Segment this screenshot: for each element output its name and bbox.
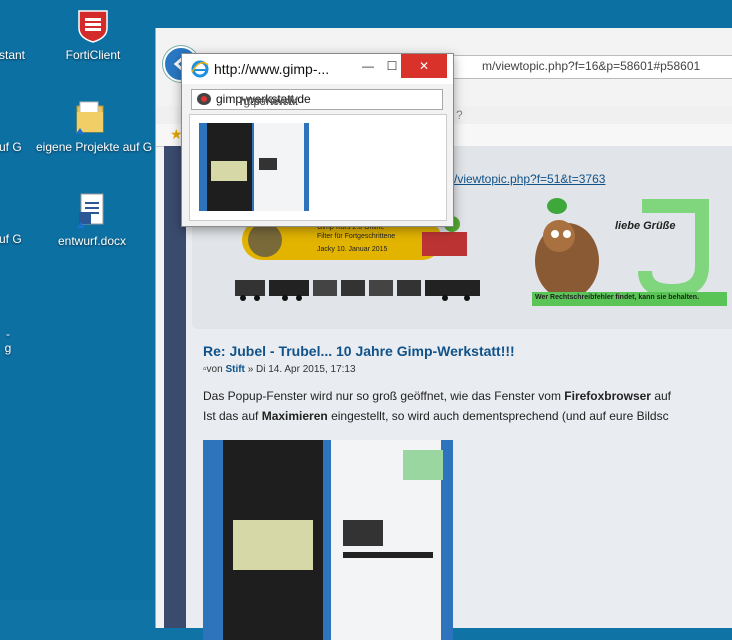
post-line-2: Ist das auf Maximieren eingestellt, so w… [203, 409, 669, 423]
folder-icon [74, 98, 108, 136]
popup-titlebar[interactable]: http://www.gimp-... — ☐ ✕ [182, 54, 453, 84]
jacky-signature: liebe Grüße Wer Rechtschreibfehler finde… [527, 196, 732, 311]
site-icon [196, 92, 212, 109]
popup-url: http://www. gimp-werkstatt.de/galerie/sti… [216, 92, 311, 108]
popup-content [189, 114, 447, 221]
desktop-icon-label: g [4, 341, 12, 355]
post-body: Das Popup-Fenster wird nur so groß geöff… [203, 386, 671, 426]
train-banner [235, 276, 485, 302]
post-author-link[interactable]: Stift [225, 364, 244, 375]
certificate-line3: Filter für Fortgeschrittene [317, 233, 396, 240]
internet-explorer-icon [191, 60, 209, 81]
forticlient-icon [76, 8, 110, 44]
desktop-icon-label: entwurf.docx [57, 234, 127, 248]
desktop-icon-label: auf G [0, 140, 22, 154]
desktop-icon-forticlient[interactable]: FortiClient [58, 8, 128, 62]
desktop-icon-label: - [6, 327, 10, 341]
desktop-icon-entwurf[interactable]: entwurf.docx [52, 192, 132, 248]
desktop-icon-shortcut-g2[interactable]: auf G [0, 232, 22, 246]
post-title[interactable]: Re: Jubel - Trubel... 10 Jahre Gimp-Werk… [203, 343, 515, 359]
desktop-icon-label: auf G [0, 232, 22, 246]
desktop-icon-assistant[interactable]: stant [0, 48, 32, 62]
post-meta: ▫von Stift » Di 14. Apr 2015, 17:13 [203, 364, 356, 375]
desktop-icon-eigene-projekte[interactable]: eigene Projekte auf G [36, 98, 153, 154]
close-button[interactable]: ✕ [401, 54, 447, 78]
popup-window: http://www.gimp-... — ☐ ✕ http://www. gim… [181, 53, 454, 227]
address-text: m/viewtopic.php?f=16&p=58601#p58601 [482, 59, 701, 73]
topic-link[interactable]: /viewtopic.php?f=51&t=3763 [454, 172, 605, 186]
desktop-icon-label: eigene Projekte auf G [36, 140, 153, 154]
desktop-icon-partial[interactable]: - g [0, 327, 18, 355]
gallery-image-thumbnail[interactable] [199, 123, 309, 211]
post-line-1: Das Popup-Fenster wird nur so groß geöff… [203, 389, 671, 403]
help-menu[interactable]: ? [456, 108, 463, 122]
desktop-icon-shortcut-g[interactable]: auf G [0, 140, 22, 154]
post-date: » Di 14. Apr 2015, 17:13 [247, 364, 356, 375]
word-document-icon [77, 192, 107, 230]
desktop-icon-label: stant [0, 48, 25, 62]
post-screenshot-image [203, 440, 453, 640]
popup-title: http://www.gimp-... [214, 61, 330, 77]
popup-address-bar[interactable]: http://www. gimp-werkstatt.de/galerie/sti… [191, 89, 443, 110]
jacky-greeting: liebe Grüße [615, 220, 676, 232]
desktop-icon-label: FortiClient [65, 48, 121, 62]
certificate-line4: Jacky 10. Januar 2015 [317, 246, 388, 253]
post-meta-prefix: von [206, 364, 223, 375]
jacky-motto: Wer Rechtschreibfehler findet, kann sie … [535, 294, 700, 301]
